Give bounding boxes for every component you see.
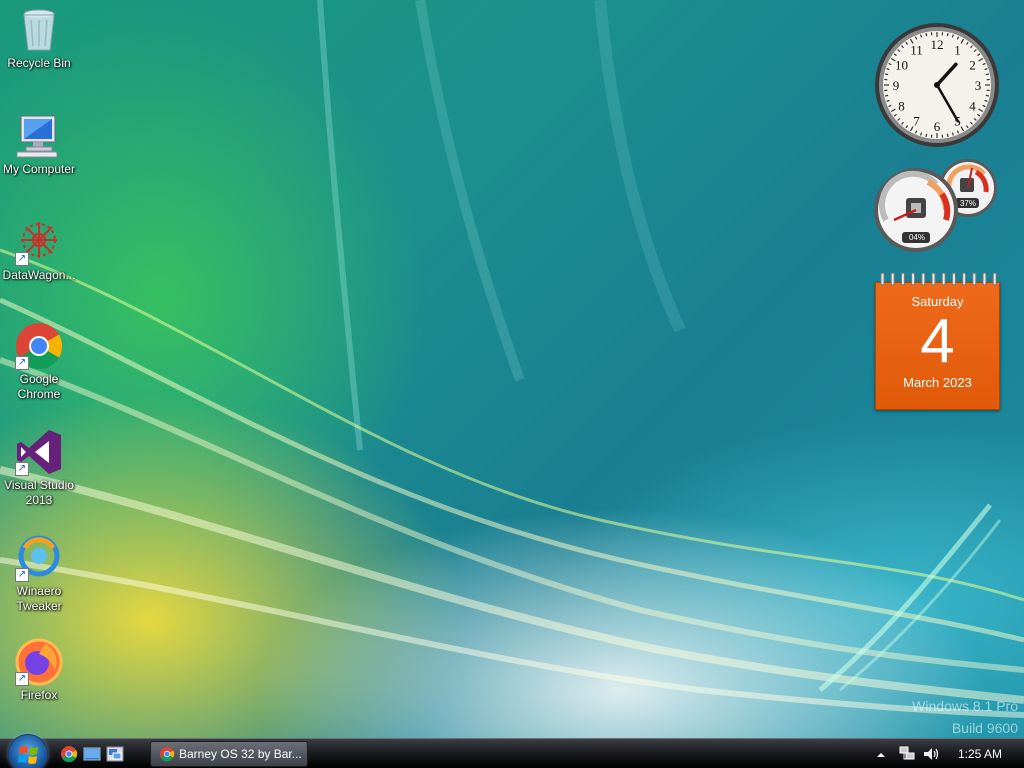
computer-icon [15,112,63,160]
clock-numeral: 4 [969,99,976,114]
google-chrome-shortcut[interactable]: ↗ Google Chrome [0,322,78,402]
clock-numeral: 6 [934,119,941,134]
chrome-icon [159,746,175,762]
calendar-ring [880,272,885,286]
calendar-ring [951,272,956,286]
taskbar-window-label: Barney OS 32 by Bar... [179,747,302,761]
calendar-page: Saturday 4 March 2023 [875,282,1000,410]
my-computer-icon[interactable]: My Computer [0,112,78,177]
firefox-icon: ↗ [15,638,63,686]
clock-tick [985,94,989,97]
quicklaunch-show-desktop-icon[interactable] [83,745,101,763]
trash-icon [15,6,63,54]
recycle-bin-icon[interactable]: Recycle Bin [0,6,78,71]
clock-numeral: 10 [895,58,908,73]
watermark-edition: Windows 8.1 Pro [912,698,1018,714]
show-hidden-icons-icon[interactable] [876,749,886,759]
cpu-meter-dials [874,159,997,252]
calendar-ring [921,272,926,286]
firefox-shortcut[interactable]: ↗ Firefox [0,638,78,703]
clock-numeral: 11 [910,42,923,57]
visual-studio-icon: ↗ [15,428,63,476]
calendar-day-number: 4 [920,307,955,376]
os-watermark: Windows 8.1 Pro Build 9600 [912,695,1018,739]
clock-tick [985,73,989,76]
visual-studio-label: Visual Studio 2013 [4,478,74,507]
shortcut-arrow-icon: ↗ [15,356,29,370]
visual-studio-shortcut[interactable]: ↗ Visual Studio 2013 [0,428,78,508]
shortcut-arrow-icon: ↗ [15,568,29,582]
clock-tick [946,33,949,37]
taskbar: Barney OS 32 by Bar... 1:25 AM [0,734,1024,768]
network-icon[interactable] [898,745,916,763]
clock-numeral: 1 [954,42,961,57]
winaero-tweaker-shortcut[interactable]: ↗ Winaero Tweaker [0,534,78,614]
shortcut-arrow-icon: ↗ [15,462,29,476]
calendar-ring [982,272,987,286]
wallpaper-streaks [0,0,1024,718]
calendar-ring [992,272,997,286]
analog-clock-face: 121234567891011 [875,23,999,147]
calendar-ring [900,272,905,286]
clock-numeral: 7 [913,114,920,129]
watermark-build: Build 9600 [951,720,1018,736]
shortcut-arrow-icon: ↗ [15,672,29,686]
winaero-tweaker-label: Winaero Tweaker [16,584,62,613]
cpu-meter-gadget[interactable]: 04% 37% [872,158,1004,254]
chrome-icon: ↗ [15,322,63,370]
clock-numeral: 2 [969,58,976,73]
windows-logo-icon [18,746,38,764]
calendar-ring [911,272,916,286]
memory-usage-readout: 37% [959,199,976,208]
quicklaunch-switch-windows-icon[interactable] [106,745,124,763]
clock-tick [885,94,889,97]
calendar-ring [962,272,967,286]
clock-tick [885,73,889,76]
clock-gadget[interactable]: 121234567891011 [874,22,1000,148]
calendar-month-year: March 2023 [903,375,972,390]
winaero-icon: ↗ [15,534,63,582]
clock-tick [925,33,928,37]
datawagon-shortcut[interactable]: ↗ DataWagon... [0,218,78,283]
calendar-ring [931,272,936,286]
quicklaunch-chrome-icon[interactable] [60,745,78,763]
taskbar-clock[interactable]: 1:25 AM [958,739,1002,768]
clock-numeral: 12 [931,37,944,52]
google-chrome-label: Google Chrome [17,372,61,401]
clock-tick [946,133,949,137]
my-computer-label: My Computer [2,162,76,176]
calendar-ring [890,272,895,286]
shortcut-arrow-icon: ↗ [15,252,29,266]
clock-tick [925,133,928,137]
clock-numeral: 3 [975,78,982,93]
calendar-ring [941,272,946,286]
start-button[interactable] [8,734,48,768]
recycle-bin-label: Recycle Bin [7,56,71,70]
cpu-usage-readout: 04% [908,233,925,242]
datawagon-icon: ↗ [15,218,63,266]
calendar-gadget[interactable]: Saturday 4 March 2023 [875,272,1000,410]
calendar-ring [972,272,977,286]
calendar-binding-rings [880,272,997,286]
volume-icon[interactable] [922,745,940,763]
clock-numeral: 8 [898,99,905,114]
taskbar-window-button[interactable]: Barney OS 32 by Bar... [150,741,308,767]
firefox-label: Firefox [20,688,58,702]
datawagon-label: DataWagon... [2,268,76,282]
clock-numeral: 9 [893,78,900,93]
